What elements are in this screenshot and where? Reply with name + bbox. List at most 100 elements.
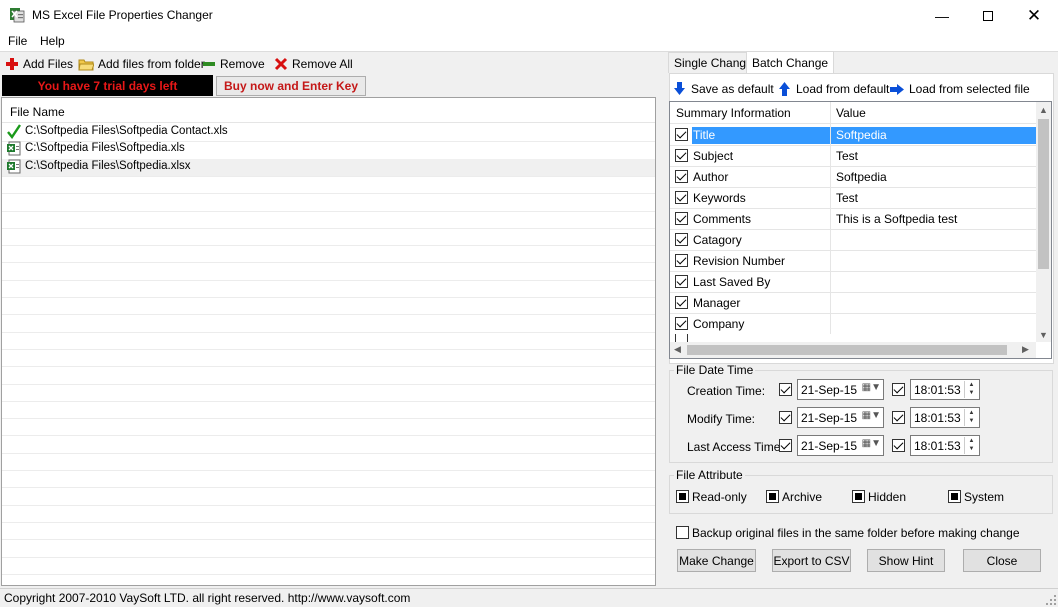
file-row[interactable]: C:\Softpedia Files\Softpedia Contact.xls [2,124,655,141]
value-column-header[interactable]: Value [836,106,866,120]
spin-arrows-icon[interactable]: ▲ ▼ [964,437,978,454]
spin-arrows-icon[interactable]: ▲ ▼ [964,409,978,426]
close-window-button[interactable]: ✕ [1011,0,1057,31]
summary-row-checkbox[interactable] [675,296,688,309]
summary-value[interactable] [831,232,1036,249]
summary-row[interactable]: Subject Test [670,146,1036,167]
remove-button[interactable]: Remove [202,56,265,72]
calendar-dropdown-icon[interactable]: ▦▼ [862,410,881,421]
read-only-checkbox[interactable] [676,490,689,503]
date-enable-checkbox[interactable] [779,383,792,396]
summary-row-checkbox[interactable] [675,233,688,246]
row-separator [2,211,655,212]
scroll-left-icon[interactable]: ◀ [674,344,681,355]
summary-row[interactable]: Revision Number [670,251,1036,272]
add-folder-button[interactable]: Add files from folder [78,56,205,72]
date-picker[interactable]: 21-Sep-15 ▦▼ [797,379,884,400]
vertical-scroll-thumb[interactable] [1038,119,1049,269]
summary-row[interactable]: Catagory [670,230,1036,251]
summary-name: Last Saved By [693,275,771,289]
summary-row-checkbox[interactable] [675,149,688,162]
date-picker[interactable]: 21-Sep-15 ▦▼ [797,435,884,456]
summary-row[interactable]: Title Softpedia [670,125,1036,146]
summary-row-checkbox[interactable] [675,170,688,183]
remove-label: Remove [220,57,265,71]
file-row[interactable]: C:\Softpedia Files\Softpedia.xlsx [2,159,655,176]
save-default-button[interactable]: Save as default [673,81,774,97]
date-picker[interactable]: 21-Sep-15 ▦▼ [797,407,884,428]
summary-value[interactable] [831,316,1036,333]
time-enable-checkbox[interactable] [892,411,905,424]
summary-row-checkbox[interactable] [675,275,688,288]
summary-row-checkbox[interactable] [675,254,688,267]
vertical-scrollbar[interactable]: ▲ ▼ [1036,102,1051,342]
maximize-button[interactable] [965,0,1011,31]
summary-row-checkbox[interactable] [675,317,688,330]
summary-row[interactable]: Comments This is a Softpedia test [670,209,1036,230]
row-separator [2,401,655,402]
date-enable-checkbox[interactable] [779,439,792,452]
check-icon [7,124,21,139]
summary-value[interactable]: This is a Softpedia test [831,211,1036,228]
menu-help[interactable]: Help [40,34,65,48]
export-csv-button[interactable]: Export to CSV [772,549,851,572]
make-change-button[interactable]: Make Change [677,549,756,572]
summary-column-header[interactable]: Summary Information [676,106,791,120]
backup-checkbox[interactable] [676,526,689,539]
menu-file[interactable]: File [8,34,27,48]
show-hint-button[interactable]: Show Hint [867,549,945,572]
summary-row-checkbox[interactable] [675,191,688,204]
summary-value[interactable] [831,295,1036,312]
summary-row[interactable]: Author Softpedia [670,167,1036,188]
time-picker[interactable]: 18:01:53 ▲ ▼ [910,435,980,456]
scroll-up-icon[interactable]: ▲ [1039,105,1048,115]
row-separator [2,435,655,436]
date-enable-checkbox[interactable] [779,411,792,424]
scroll-down-icon[interactable]: ▼ [1039,330,1048,340]
remove-all-button[interactable]: Remove All [274,56,353,72]
scroll-right-icon[interactable]: ▶ [1022,344,1029,355]
file-name-column[interactable]: File Name [10,105,65,119]
resize-grip-icon[interactable] [1046,595,1056,605]
summary-value[interactable]: Test [831,190,1036,207]
summary-name: Company [693,317,745,331]
time-picker[interactable]: 18:01:53 ▲ ▼ [910,407,980,428]
minimize-button[interactable]: — [919,0,965,31]
time-picker[interactable]: 18:01:53 ▲ ▼ [910,379,980,400]
file-attribute-legend: File Attribute [676,468,743,482]
summary-row[interactable]: Keywords Test [670,188,1036,209]
buy-now-button[interactable]: Buy now and Enter Key [216,76,366,96]
minimize-icon: — [935,7,949,24]
hidden-checkbox[interactable] [852,490,865,503]
summary-value[interactable] [831,253,1036,270]
tab-batch-change[interactable]: Batch Change [746,51,835,73]
horizontal-scrollbar[interactable]: ◀ ▶ [670,342,1036,358]
summary-value[interactable] [831,274,1036,291]
summary-row[interactable]: Last Saved By [670,272,1036,293]
archive-checkbox[interactable] [766,490,779,503]
summary-row-checkbox[interactable] [675,212,688,225]
time-enable-checkbox[interactable] [892,439,905,452]
close-button[interactable]: Close [963,549,1041,572]
row-separator [2,332,655,333]
file-list[interactable]: File Name C:\Softpedia Files\Softpedia C… [1,97,656,592]
spin-arrows-icon[interactable]: ▲ ▼ [964,381,978,398]
date-label: Modify Time: [687,412,756,426]
summary-row[interactable]: Company [670,314,1036,335]
file-row[interactable]: C:\Softpedia Files\Softpedia.xls [2,141,655,158]
load-default-button[interactable]: Load from default [778,81,889,97]
summary-value[interactable]: Test [831,148,1036,165]
summary-row-checkbox[interactable] [675,128,688,141]
load-file-button[interactable]: Load from selected file [890,81,1030,97]
summary-row[interactable]: Manager [670,293,1036,314]
add-files-button[interactable]: Add Files [5,56,73,72]
time-enable-checkbox[interactable] [892,383,905,396]
summary-grid[interactable]: Summary Information Value Title Softpedia… [669,101,1052,359]
system-checkbox[interactable] [948,490,961,503]
calendar-dropdown-icon[interactable]: ▦▼ [862,438,881,449]
summary-value[interactable]: Softpedia [831,169,1036,186]
horizontal-scroll-thumb[interactable] [687,345,1007,355]
calendar-dropdown-icon[interactable]: ▦▼ [862,382,881,393]
time-value: 18:01:53 [914,383,961,397]
summary-value[interactable]: Softpedia [831,127,1036,144]
